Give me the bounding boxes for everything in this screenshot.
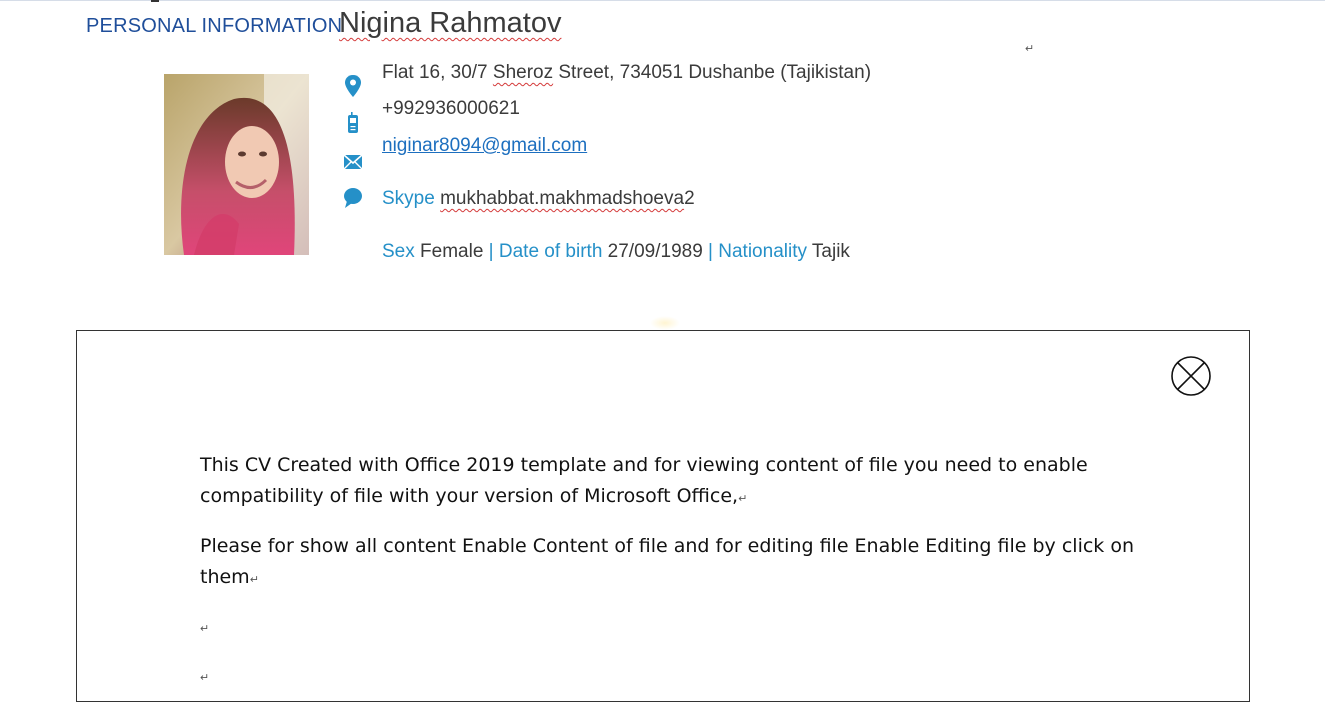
dob-label: Date of birth	[498, 241, 603, 262]
email-link[interactable]: niginar8094@gmail.com	[382, 135, 587, 156]
nationality-value: Tajik	[811, 241, 850, 262]
personal-details-line: Sex Female | Date of birth 27/09/1989 | …	[382, 241, 850, 263]
sex-value: Female	[420, 241, 484, 262]
sex-label: Sex	[382, 241, 415, 262]
chat-bubble-icon	[344, 188, 362, 208]
paragraph-mark: ↵	[1025, 43, 1035, 55]
profile-photo	[164, 74, 309, 255]
nationality-label: Nationality	[718, 241, 807, 262]
location-pin-icon	[345, 75, 361, 97]
close-circle-icon[interactable]	[1171, 356, 1211, 396]
faint-highlight	[650, 316, 680, 330]
envelope-icon	[343, 154, 363, 170]
separator: |	[488, 241, 494, 262]
mobile-phone-icon	[348, 112, 358, 133]
paragraph-mark: ↵	[249, 573, 259, 586]
skype-line: Skype mukhabbat.makhmadshoeva2	[382, 188, 695, 209]
address-line: Flat 16, 30/7 Sheroz Street, 734051 Dush…	[382, 62, 872, 83]
separator: |	[708, 241, 713, 262]
paragraph-mark: ↵	[738, 492, 748, 505]
address-street: Sheroz	[492, 62, 554, 83]
page-top-border	[0, 0, 1325, 1]
cv-name: Nigina Rahmatov	[339, 7, 562, 39]
margin-corner-mark	[151, 0, 159, 2]
compatibility-notice-dialog: This CV Created with Office 2019 templat…	[76, 330, 1250, 702]
notice-paragraph-2: Please for show all content Enable Conte…	[200, 535, 1134, 588]
email-line: niginar8094@gmail.com	[382, 135, 587, 157]
paragraph-mark: ↵	[200, 672, 210, 684]
phone-number: +992936000621	[382, 98, 520, 119]
dob-value: 27/09/1989	[607, 241, 703, 262]
notice-paragraph-1: This CV Created with Office 2019 templat…	[200, 454, 1088, 507]
paragraph-mark: ↵	[200, 623, 210, 635]
skype-id: mukhabbat.makhmadshoeva	[440, 188, 685, 209]
skype-label: Skype	[382, 188, 435, 209]
section-label-personal-information: PERSONAL INFORMATION	[86, 15, 343, 37]
